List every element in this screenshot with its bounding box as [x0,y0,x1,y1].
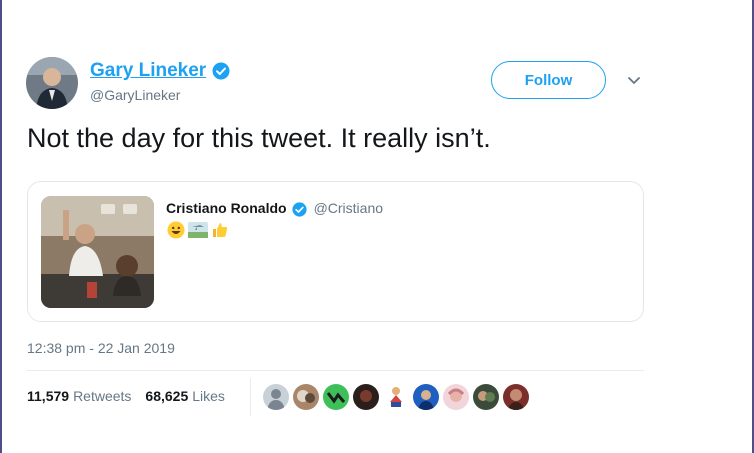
liker-avatar[interactable] [293,384,319,410]
liker-avatar[interactable] [263,384,289,410]
retweets-stat[interactable]: 11,579 Retweets [27,388,131,404]
likes-stat[interactable]: 68,625 Likes [145,388,225,404]
liker-avatar[interactable] [413,384,439,410]
quoted-author-handle[interactable]: @Cristiano [314,200,383,216]
liker-avatar[interactable] [323,384,349,410]
follow-button[interactable]: Follow [491,61,606,99]
stats-separator [250,378,251,416]
likers-avatar-list [263,384,529,410]
tweet-text: Not the day for this tweet. It really is… [27,123,491,153]
chevron-down-icon[interactable] [626,72,642,88]
liker-avatar[interactable] [473,384,499,410]
liker-avatar[interactable] [503,384,529,410]
retweets-count: 11,579 [27,388,70,404]
quoted-author-name[interactable]: Cristiano Ronaldo [166,200,287,216]
liker-avatar[interactable] [353,384,379,410]
verified-badge-icon [212,62,230,80]
liker-avatar[interactable] [443,384,469,410]
quoted-tweet-emojis [167,221,229,244]
author-name-row: Gary Lineker [90,60,230,82]
quoted-tweet-photo [41,196,154,308]
verified-badge-icon [291,200,307,217]
divider [27,370,644,371]
liker-avatar[interactable] [383,384,409,410]
thumbs-up-icon [211,221,229,244]
likes-count: 68,625 [145,388,189,404]
tweet-timestamp[interactable]: 12:38 pm - 22 Jan 2019 [27,340,175,356]
retweets-label: Retweets [73,388,132,404]
likes-label: Likes [192,388,225,404]
quoted-tweet-header: Cristiano Ronaldo @Cristiano [166,200,383,217]
author-avatar[interactable] [26,57,78,109]
quoted-tweet-card[interactable]: Cristiano Ronaldo @Cristiano [27,181,644,322]
tweet-stats: 11,579 Retweets 68,625 Likes [27,388,225,404]
airplane-sign-icon [188,221,208,244]
author-display-name[interactable]: Gary Lineker [90,60,206,82]
window-frame-left [0,0,2,453]
grinning-face-icon [167,221,185,244]
author-handle[interactable]: @GaryLineker [90,87,180,103]
